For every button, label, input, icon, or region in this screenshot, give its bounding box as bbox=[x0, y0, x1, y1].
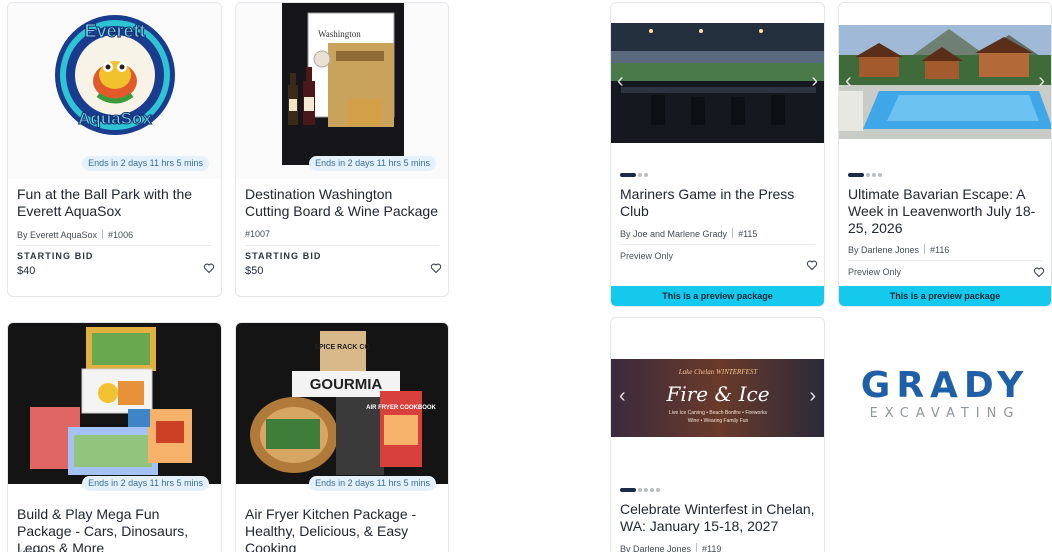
item-meta: By Darlene Jones #119 bbox=[620, 543, 721, 552]
item-image[interactable]: ‹ › bbox=[611, 23, 824, 143]
item-image[interactable]: Everett AquaSox bbox=[8, 3, 221, 179]
preview-only-label: Preview Only bbox=[848, 267, 902, 277]
carousel-next-icon[interactable]: › bbox=[1038, 71, 1045, 91]
carousel-dot[interactable] bbox=[644, 488, 648, 492]
divider bbox=[848, 260, 1042, 261]
donor-name: By Darlene Jones bbox=[620, 544, 692, 552]
carousel-dot[interactable] bbox=[638, 488, 642, 492]
svg-text:Washington: Washington bbox=[318, 29, 361, 39]
starting-bid-value: $50 bbox=[245, 265, 264, 277]
leavenworth-resort-photo bbox=[839, 25, 1051, 139]
carousel-dot[interactable] bbox=[644, 173, 648, 177]
carousel-dot[interactable] bbox=[650, 488, 654, 492]
auction-item-card[interactable]: ‹ › Ultimate Bavarian Escape: A Week in … bbox=[838, 2, 1052, 307]
starting-bid-label: STARTING BID bbox=[245, 251, 322, 261]
carousel-prev-icon[interactable]: ‹ bbox=[617, 71, 624, 91]
carousel-prev-icon[interactable]: ‹ bbox=[619, 386, 626, 406]
winterfest-poster: Lake Chelan WINTERFEST Fire & Ice Live I… bbox=[611, 359, 824, 437]
carousel-dots bbox=[620, 488, 662, 492]
auction-item-card[interactable]: Lake Chelan WINTERFEST Fire & Ice Live I… bbox=[610, 317, 825, 552]
item-image[interactable]: Washington bbox=[236, 3, 448, 179]
toys-package-photo bbox=[30, 327, 192, 475]
auction-item-card[interactable]: SPICE RACK CO. GOURMIA AIR FRYER COOKBOO… bbox=[235, 322, 449, 552]
sponsor-logo: GRADY EXCAVATING bbox=[838, 366, 1052, 426]
sponsor-name: GRADY bbox=[860, 365, 1030, 406]
donor-name: By Joe and Marlene Grady bbox=[620, 229, 728, 239]
carousel-dot[interactable] bbox=[638, 173, 642, 177]
carousel-dot[interactable] bbox=[848, 173, 864, 177]
item-meta: By Joe and Marlene Grady #115 bbox=[620, 228, 757, 239]
svg-text:SPICE RACK CO.: SPICE RACK CO. bbox=[314, 344, 372, 351]
svg-text:Everett: Everett bbox=[84, 21, 145, 41]
carousel-dots bbox=[620, 173, 650, 177]
auction-item-card[interactable]: ‹ › Mariners Game in the Press Club By J… bbox=[610, 2, 825, 307]
auction-item-card[interactable]: Washington Ends in 2 days 11 hrs 5 mins … bbox=[235, 2, 449, 297]
item-meta: By Everett AquaSox #1006 bbox=[17, 229, 133, 240]
lot-number: #1006 bbox=[108, 230, 134, 240]
item-title[interactable]: Mariners Game in the Press Club bbox=[620, 186, 816, 220]
divider bbox=[620, 244, 815, 245]
carousel-dot[interactable] bbox=[872, 173, 876, 177]
auction-item-card[interactable]: Ends in 2 days 11 hrs 5 mins Build & Pla… bbox=[7, 322, 222, 552]
time-remaining-badge: Ends in 2 days 11 hrs 5 mins bbox=[309, 476, 436, 491]
heart-icon[interactable] bbox=[806, 259, 818, 271]
time-remaining-badge: Ends in 2 days 11 hrs 5 mins bbox=[309, 156, 436, 171]
carousel-dot[interactable] bbox=[866, 173, 870, 177]
svg-text:Lake Chelan WINTERFEST: Lake Chelan WINTERFEST bbox=[678, 368, 759, 376]
item-image[interactable]: ‹ › bbox=[839, 25, 1051, 139]
starting-bid-value: $40 bbox=[17, 265, 36, 277]
item-title[interactable]: Destination Washington Cutting Board & W… bbox=[245, 186, 440, 220]
auction-item-card[interactable]: Everett AquaSox Ends in 2 days 11 hrs 5 … bbox=[7, 2, 222, 297]
divider bbox=[245, 245, 439, 246]
time-remaining-badge: Ends in 2 days 11 hrs 5 mins bbox=[82, 476, 209, 491]
svg-text:AIR FRYER COOKBOOK: AIR FRYER COOKBOOK bbox=[366, 405, 436, 411]
aquasox-logo: Everett AquaSox bbox=[55, 15, 175, 135]
item-title[interactable]: Ultimate Bavarian Escape: A Week in Leav… bbox=[848, 186, 1043, 237]
carousel-prev-icon[interactable]: ‹ bbox=[845, 71, 852, 91]
svg-text:Wine • Wearing Family Fun: Wine • Wearing Family Fun bbox=[688, 418, 749, 424]
wine-package-photo: Washington bbox=[282, 3, 404, 165]
heart-icon[interactable] bbox=[203, 262, 215, 274]
item-image[interactable]: SPICE RACK CO. GOURMIA AIR FRYER COOKBOO… bbox=[236, 323, 448, 484]
sponsor-tagline: EXCAVATING bbox=[869, 406, 1021, 421]
carousel-dot[interactable] bbox=[620, 488, 636, 492]
starting-bid-label: STARTING BID bbox=[17, 251, 94, 261]
item-image[interactable] bbox=[8, 323, 221, 484]
item-title[interactable]: Fun at the Ball Park with the Everett Aq… bbox=[17, 186, 213, 220]
preview-package-banner: This is a preview package bbox=[611, 286, 824, 306]
item-title[interactable]: Celebrate Winterfest in Chelan, WA: Janu… bbox=[620, 501, 816, 535]
svg-text:Live Ice Carving • Beach Bonfi: Live Ice Carving • Beach Bonfire • Firew… bbox=[669, 410, 767, 416]
heart-icon[interactable] bbox=[1033, 266, 1045, 278]
lot-number: #116 bbox=[930, 245, 950, 255]
svg-text:AquaSox: AquaSox bbox=[78, 109, 152, 128]
lot-number: #1007 bbox=[245, 229, 271, 239]
preview-only-label: Preview Only bbox=[620, 251, 674, 261]
item-meta: By Darlene Jones #116 bbox=[848, 244, 949, 255]
item-title[interactable]: Air Fryer Kitchen Package - Healthy, Del… bbox=[245, 506, 440, 552]
air-fryer-package-photo: SPICE RACK CO. GOURMIA AIR FRYER COOKBOO… bbox=[250, 331, 437, 475]
preview-package-banner: This is a preview package bbox=[839, 286, 1051, 306]
carousel-dots bbox=[848, 173, 884, 177]
item-image[interactable]: Lake Chelan WINTERFEST Fire & Ice Live I… bbox=[611, 359, 824, 437]
item-meta: #1007 bbox=[245, 229, 270, 239]
time-remaining-badge: Ends in 2 days 11 hrs 5 mins bbox=[82, 156, 209, 171]
press-club-photo bbox=[611, 23, 824, 143]
divider bbox=[17, 245, 212, 246]
donor-name: By Everett AquaSox bbox=[17, 230, 98, 240]
carousel-dot[interactable] bbox=[656, 488, 660, 492]
svg-text:Fire & Ice: Fire & Ice bbox=[665, 382, 769, 406]
carousel-dot[interactable] bbox=[620, 173, 636, 177]
lot-number: #119 bbox=[702, 544, 722, 552]
donor-name: By Darlene Jones bbox=[848, 245, 920, 255]
svg-text:GOURMIA: GOURMIA bbox=[310, 376, 383, 393]
carousel-dot[interactable] bbox=[878, 173, 882, 177]
lot-number: #115 bbox=[738, 229, 758, 239]
carousel-next-icon[interactable]: › bbox=[811, 71, 818, 91]
item-title[interactable]: Build & Play Mega Fun Package - Cars, Di… bbox=[17, 506, 213, 552]
carousel-next-icon[interactable]: › bbox=[809, 386, 816, 406]
heart-icon[interactable] bbox=[430, 262, 442, 274]
